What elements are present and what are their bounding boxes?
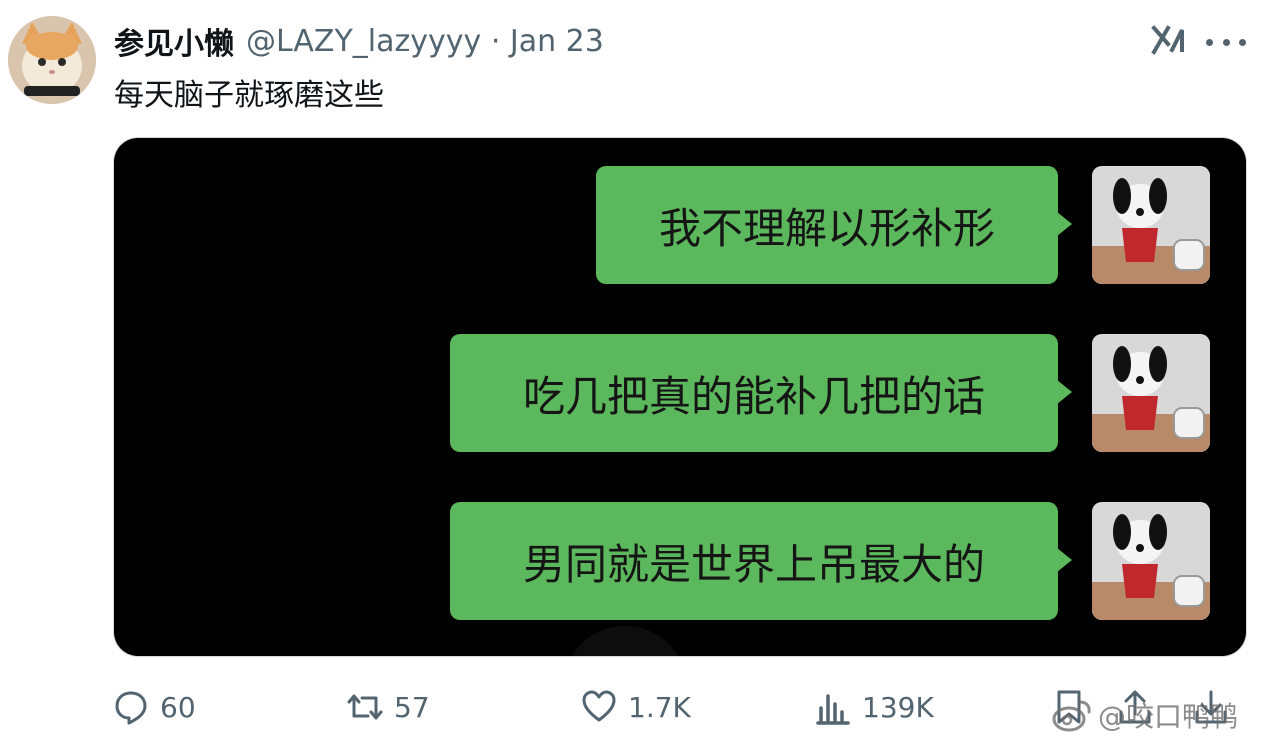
weibo-icon [1052,700,1091,732]
like-icon [582,690,616,722]
more-icon[interactable] [1206,38,1246,46]
reply-button[interactable]: 60 [112,682,196,732]
cat-avatar-image [8,16,96,104]
reply-icon [115,691,147,725]
views-count: 139K [862,690,934,724]
tweet-text: 每天脑子就琢磨这些 [114,78,384,113]
views-button[interactable]: 139K [814,682,934,732]
chat-avatar-dog [1092,502,1210,620]
chat-bubble: 吃几把真的能补几把的话 [450,334,1072,452]
views-icon [816,694,850,725]
chat-avatar-dog [1092,334,1210,452]
retweet-count: 57 [394,690,430,724]
tweet-media-image[interactable]: 我不理解以形补形 吃几把真的能补几把的话 男同就是世界上吊最大的 [114,138,1246,656]
weibo-watermark: @咬口鸭鸭 [1052,692,1238,738]
more-dot [1239,38,1246,46]
retweet-icon [347,694,383,720]
chat-bubble: 男同就是世界上吊最大的 [450,502,1072,620]
author-handle-and-date[interactable]: @LAZY_lazyyyy · Jan 23 [246,24,604,59]
dog-plush-image [1092,166,1210,284]
retweet-button[interactable]: 57 [346,682,430,732]
author-avatar[interactable] [8,16,96,104]
more-dot [1206,38,1213,46]
grok-icon[interactable] [1148,20,1188,60]
watermark-text: @咬口鸭鸭 [1098,700,1239,733]
scroll-indicator [564,626,686,656]
chat-bubble: 我不理解以形补形 [596,166,1072,284]
dog-plush-image [1092,502,1210,620]
like-count: 1.7K [628,690,691,724]
like-button[interactable]: 1.7K [580,682,691,732]
chat-avatar-dog [1092,166,1210,284]
more-dot [1222,38,1230,46]
tweet-header: 参见小懒 @LAZY_lazyyyy · Jan 23 [114,19,604,63]
reply-count: 60 [160,690,196,724]
dog-plush-image [1092,334,1210,452]
author-display-name[interactable]: 参见小懒 [114,19,234,63]
